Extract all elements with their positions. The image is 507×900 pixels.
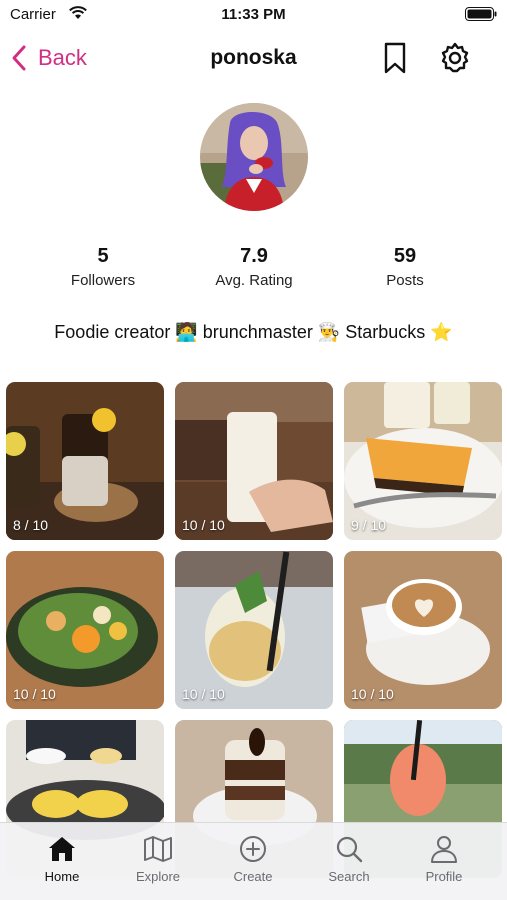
posts-stat: 59 Posts	[335, 245, 475, 289]
post-tile[interactable]: 9 / 10	[344, 382, 502, 540]
post-rating: 10 / 10	[182, 686, 225, 702]
person-icon	[431, 836, 457, 863]
tab-explore-label: Explore	[135, 869, 181, 884]
home-icon	[49, 837, 75, 861]
posts-count: 59	[393, 245, 417, 267]
avg-rating-stat: 7.9 Avg. Rating	[184, 245, 324, 289]
tab-search-label: Search	[328, 869, 370, 884]
plus-circle-icon	[240, 836, 266, 862]
status-time: 11:33 PM	[221, 6, 286, 23]
post-tile[interactable]: 10 / 10	[344, 551, 502, 709]
followers-count: 5	[97, 245, 109, 267]
search-icon	[336, 836, 363, 863]
avatar-image	[200, 103, 308, 211]
post-rating: 9 / 10	[351, 517, 387, 533]
tab-create-label: Create	[233, 869, 273, 884]
gear-icon[interactable]	[437, 40, 473, 76]
battery-icon	[465, 7, 497, 21]
tab-home[interactable]: Home	[22, 833, 102, 884]
map-icon	[144, 836, 172, 862]
followers-stat[interactable]: 5 Followers	[33, 245, 173, 289]
profile-bio: Foodie creator 🧑‍💻 brunchmaster 👨‍🍳 Star…	[54, 322, 453, 342]
tab-explore[interactable]: Explore	[118, 833, 198, 884]
profile-stats: 5 Followers 7.9 Avg. Rating 59 Posts	[0, 245, 507, 295]
post-tile[interactable]: 10 / 10	[6, 551, 164, 709]
navigation-bar: Back ponoska	[0, 36, 507, 80]
post-tile[interactable]: 10 / 10	[175, 551, 333, 709]
followers-label: Followers	[70, 272, 136, 289]
page-title: ponoska	[210, 46, 297, 69]
avg-rating-value: 7.9	[240, 245, 268, 267]
tab-profile-label: Profile	[425, 869, 463, 884]
tab-search[interactable]: Search	[309, 833, 389, 884]
profile-screen: Carrier 11:33 PM Back ponoska 5 Follower…	[0, 0, 507, 900]
tab-home-label: Home	[44, 869, 80, 884]
post-tile[interactable]: 8 / 10	[6, 382, 164, 540]
tab-profile[interactable]: Profile	[404, 833, 484, 884]
post-rating: 8 / 10	[13, 517, 49, 533]
tab-create[interactable]: Create	[213, 833, 293, 884]
bookmark-icon[interactable]	[380, 40, 410, 76]
post-rating: 10 / 10	[13, 686, 56, 702]
tab-bar: Home Explore Create Search Profile	[0, 822, 507, 900]
avg-rating-label: Avg. Rating	[215, 272, 293, 289]
post-rating: 10 / 10	[351, 686, 394, 702]
posts-label: Posts	[386, 272, 424, 289]
status-bar: Carrier 11:33 PM	[0, 0, 507, 30]
avatar	[200, 103, 308, 211]
post-rating: 10 / 10	[182, 517, 225, 533]
post-tile[interactable]: 10 / 10	[175, 382, 333, 540]
